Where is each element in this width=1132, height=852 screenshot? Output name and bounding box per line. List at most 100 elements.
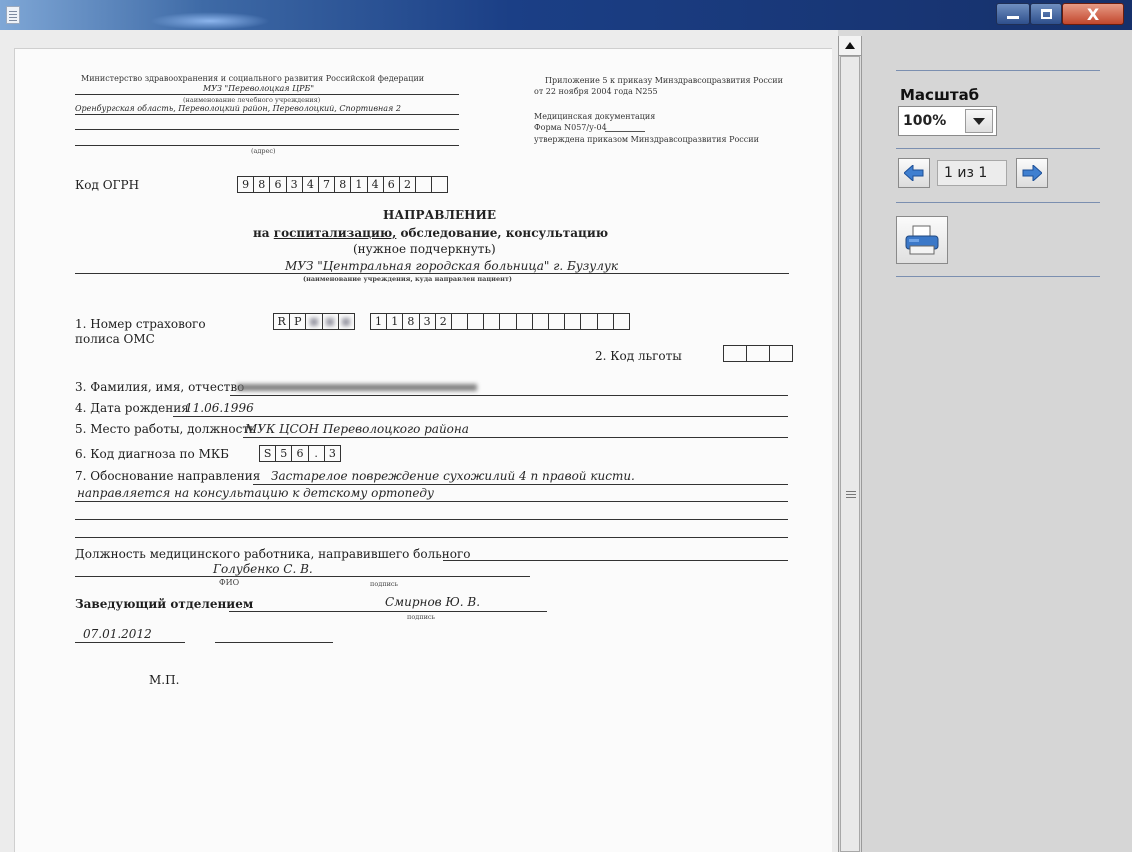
divider — [896, 276, 1100, 277]
institution-underline — [75, 94, 459, 95]
print-button[interactable] — [896, 216, 948, 264]
policy-cell — [499, 313, 517, 330]
doctor-name: Голубенко С. В. — [213, 562, 313, 576]
work-value: МУК ЦСОН Переволоцкого района — [245, 422, 469, 436]
reason-label: 7. Обоснование направления — [75, 469, 261, 483]
mkb-cells: S 5 6 . 3 — [259, 445, 341, 462]
policy-cell — [450, 313, 469, 330]
printer-icon — [905, 225, 939, 255]
policy-cell — [531, 313, 549, 330]
appendix-line-1: Приложение 5 к приказу Минздравсоцразвит… — [545, 76, 783, 85]
scroll-up-button[interactable] — [839, 36, 861, 56]
minimize-button[interactable] — [996, 3, 1030, 25]
doctor-name-underline — [75, 576, 530, 577]
policy-cell — [483, 313, 501, 330]
policy-cell: 8 — [402, 313, 420, 330]
policy-cell — [580, 313, 598, 330]
next-page-button[interactable] — [1016, 158, 1048, 188]
policy-cell: 1 — [369, 313, 388, 330]
reason-value-2: направляется на консультацию к детскому … — [77, 486, 434, 500]
fio-label: 3. Фамилия, имя, отчество — [75, 380, 245, 394]
scale-select[interactable]: 100% — [898, 106, 997, 136]
benefit-cells — [723, 345, 793, 362]
ogrn-label: Код ОГРН — [75, 178, 140, 192]
signing-date: 07.01.2012 — [83, 627, 152, 641]
ogrn-cell: 6 — [382, 176, 400, 193]
doctor-underline — [443, 560, 788, 561]
address-underline-3 — [75, 145, 459, 146]
policy-label-2: полиса ОМС — [75, 332, 155, 346]
ogrn-cells: 9 8 6 3 4 7 8 1 4 6 2 — [237, 176, 449, 193]
scale-label: Масштаб — [900, 86, 980, 104]
policy-cell — [548, 313, 566, 330]
subtitle-rest: обследование, консультацию — [400, 226, 609, 240]
previous-page-button[interactable] — [898, 158, 930, 188]
reason-underline-1 — [253, 484, 788, 485]
chevron-down-icon[interactable] — [965, 109, 993, 133]
vertical-scrollbar[interactable] — [838, 36, 862, 852]
close-button[interactable]: X — [1062, 3, 1124, 25]
scroll-grip-icon — [846, 491, 856, 498]
mkb-cell: 3 — [323, 445, 341, 462]
ministry-name: Министерство здравоохранения и социально… — [81, 74, 425, 83]
benefit-cell — [723, 345, 747, 362]
maximize-icon — [1040, 9, 1052, 19]
policy-cell — [564, 313, 582, 330]
date-underline-2 — [215, 642, 333, 643]
reason-underline-3 — [75, 519, 788, 520]
ogrn-cell: 1 — [350, 176, 368, 193]
divider — [896, 202, 1100, 203]
reason-underline-2 — [75, 501, 788, 502]
address-underline-1 — [75, 114, 459, 115]
reason-underline-4 — [75, 537, 788, 538]
ogrn-cell — [415, 176, 433, 193]
divider — [896, 148, 1100, 149]
scroll-thumb[interactable] — [840, 56, 860, 852]
fio-underline — [230, 395, 788, 396]
dob-value: 11.06.1996 — [185, 401, 254, 415]
appendix-line-4: Форма N057/у-04 — [534, 123, 607, 132]
document-viewport[interactable]: Министерство здравоохранения и социально… — [0, 30, 838, 852]
maximize-button[interactable] — [1030, 3, 1062, 25]
policy-cells: R P 1 1 8 3 2 — [273, 313, 630, 330]
head-underline — [229, 611, 547, 612]
policy-label-1: 1. Номер страхового — [75, 317, 206, 331]
policy-cell: 3 — [418, 313, 436, 330]
policy-cell — [515, 313, 533, 330]
mkb-cell: 5 — [275, 445, 293, 462]
address-caption: (адрес) — [251, 147, 276, 155]
document-title: НАПРАВЛЕНИЕ — [383, 208, 496, 222]
target-institution: МУЗ "Центральная городская больница" г. … — [285, 259, 619, 273]
policy-cell: 1 — [386, 313, 404, 330]
head-name: Смирнов Ю. В. — [385, 595, 481, 609]
ogrn-cell — [431, 176, 449, 193]
window-titlebar[interactable]: X — [0, 0, 1132, 30]
minimize-icon — [1007, 15, 1019, 19]
appendix-line-3: Медицинская документация — [534, 112, 656, 121]
institution-address: Оренбургская область, Переволоцкий район… — [75, 104, 401, 113]
benefit-cell — [769, 345, 793, 362]
policy-cell: 2 — [434, 313, 452, 330]
policy-cell: R — [273, 313, 291, 330]
policy-cell-redacted — [305, 313, 323, 330]
page-indicator[interactable]: 1 из 1 — [937, 160, 1007, 186]
ogrn-cell: 9 — [237, 176, 255, 193]
mkb-cell: . — [307, 445, 325, 462]
ogrn-cell: 8 — [253, 176, 271, 193]
institution-name: МУЗ "Переволоцкая ЦРБ" — [203, 84, 315, 93]
titlebar-glow — [150, 12, 270, 30]
document-subtitle: на госпитализацию, обследование, консуль… — [253, 226, 608, 240]
mkb-cell: S — [259, 445, 277, 462]
policy-cell — [612, 313, 630, 330]
head-sign-caption: подпись — [407, 613, 436, 621]
triangle-up-icon — [845, 42, 855, 49]
benefit-label: 2. Код льготы — [595, 349, 682, 363]
fio-redacted-value — [237, 384, 477, 391]
ogrn-cell: 4 — [301, 176, 319, 193]
ogrn-cell: 4 — [366, 176, 384, 193]
document-page: Министерство здравоохранения и социально… — [14, 48, 832, 852]
doctor-sign-caption: подпись — [370, 580, 399, 588]
close-icon: X — [1086, 4, 1100, 24]
work-label: 5. Место работы, должность — [75, 422, 256, 436]
dob-underline — [173, 416, 788, 417]
